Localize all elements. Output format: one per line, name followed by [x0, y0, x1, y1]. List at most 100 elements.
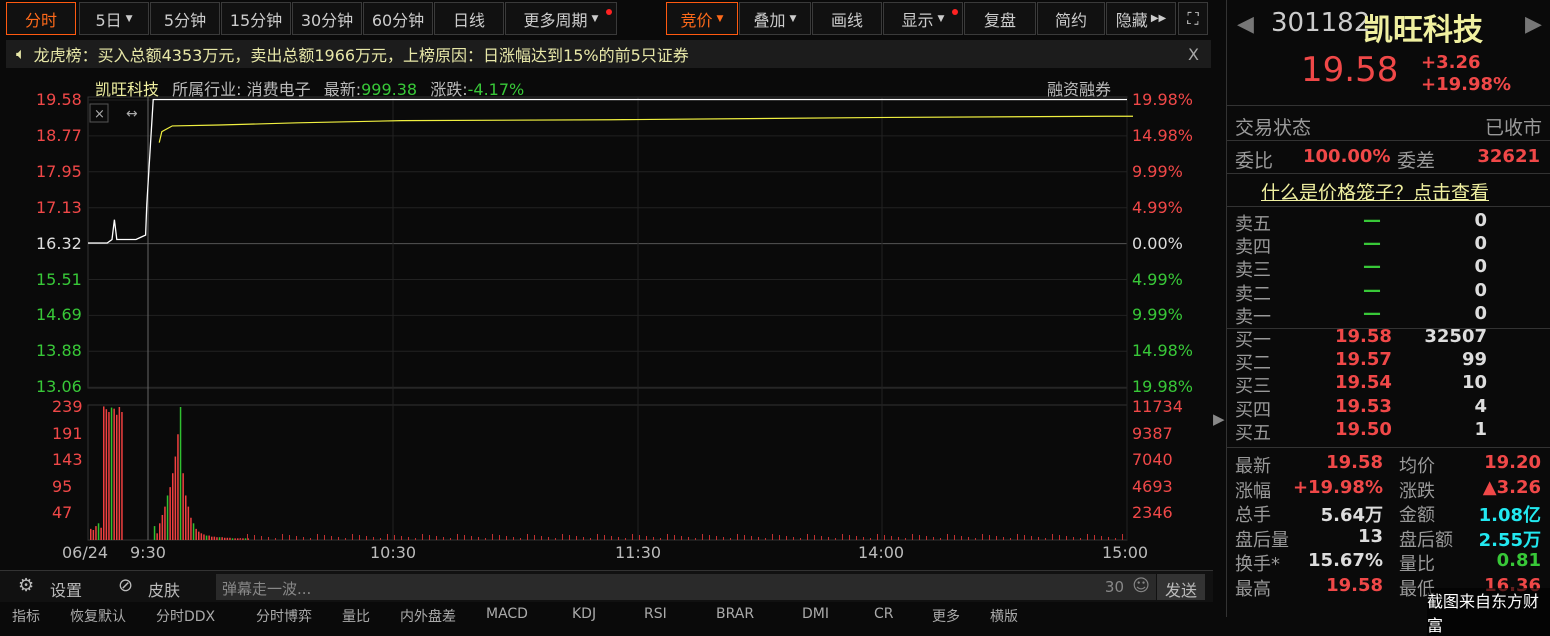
- bid-level[interactable]: 买三 19.54 10: [1235, 372, 1545, 398]
- volume-bar: [975, 538, 976, 540]
- stat-value: 19.20: [1484, 452, 1541, 473]
- volume-bar: [224, 537, 226, 540]
- indicator-tab[interactable]: 量比: [342, 606, 370, 626]
- level-label: 买五: [1235, 422, 1271, 444]
- level-label: 买三: [1235, 376, 1271, 398]
- stat-value: 19.58: [1326, 452, 1383, 473]
- indicator-tab[interactable]: MACD: [486, 606, 528, 622]
- ask-level[interactable]: 卖五 — 0: [1235, 210, 1545, 235]
- price-tick: 13.06: [36, 377, 82, 397]
- ask-level[interactable]: 卖一 — 0: [1235, 303, 1545, 328]
- price-tick: 18.77: [36, 125, 82, 145]
- volume-bar: [254, 535, 255, 540]
- volume-bar: [534, 535, 535, 540]
- bid-level[interactable]: 买四 19.53 4: [1235, 395, 1545, 421]
- bid-diff-label: 委差: [1397, 150, 1436, 172]
- volume-bar: [513, 537, 514, 540]
- bid-level[interactable]: 买一 19.58 32507: [1235, 326, 1545, 351]
- price-change: +3.26: [1421, 52, 1481, 73]
- intraday-chart[interactable]: × ↔: [0, 0, 1215, 570]
- volume-bar: [527, 534, 528, 540]
- volume-bar: [464, 535, 465, 540]
- volume-bar: [1003, 537, 1004, 540]
- settings-button[interactable]: 设置: [50, 577, 82, 601]
- danmu-placeholder: 弹幕走一波...: [222, 580, 312, 598]
- pct-tick: 14.98%: [1132, 125, 1194, 145]
- indicator-tab[interactable]: 分时DDX: [156, 606, 215, 626]
- level-price: 19.53: [1335, 395, 1392, 417]
- level-label: 买四: [1235, 399, 1271, 421]
- volume-bar: [282, 534, 283, 540]
- bid-diff: 32621: [1477, 146, 1540, 167]
- skin-button[interactable]: 皮肤: [148, 577, 180, 601]
- stat-label: 总手: [1235, 505, 1271, 526]
- volume-bar: [506, 536, 507, 540]
- volume-bar: [366, 536, 367, 540]
- volume-bar: [989, 535, 990, 540]
- ask-level[interactable]: 卖三 — 0: [1235, 256, 1545, 282]
- stock-code: 301182: [1271, 8, 1371, 38]
- volume-bar: [793, 537, 794, 540]
- volume-bar: [667, 534, 668, 540]
- danmu-input[interactable]: 弹幕走一波... 30 ☺: [216, 574, 1156, 600]
- bid-ratio: 100.00%: [1303, 146, 1391, 167]
- gear-icon[interactable]: ⚙: [18, 575, 34, 596]
- quote-panel: ◀ 301182 凯旺科技 ▶ 19.58 +3.26 +19.98% 交易状态…: [1226, 0, 1550, 636]
- volume-bar: [1066, 536, 1067, 540]
- bottom-bar: ⚙ 设置 ⊘ 皮肤 弹幕走一波... 30 ☺ 发送: [0, 570, 1213, 602]
- volume-bar: [632, 534, 633, 540]
- volume-bar: [218, 537, 221, 540]
- indicator-tab[interactable]: DMI: [802, 606, 829, 622]
- level-price: 19.58: [1335, 326, 1392, 347]
- ask-level[interactable]: 卖四 — 0: [1235, 233, 1545, 259]
- last-price: 19.58: [1301, 50, 1399, 90]
- level-price: 19.50: [1335, 418, 1392, 440]
- volume-bar: [192, 523, 195, 540]
- indicator-tab[interactable]: 内外盘差: [400, 606, 456, 626]
- volume-bar: [436, 536, 437, 540]
- stat-value: 5.64万: [1320, 505, 1383, 526]
- volume-bar: [182, 473, 184, 540]
- indicator-tab[interactable]: 横版: [990, 606, 1018, 626]
- volume-bar: [723, 537, 724, 540]
- next-stock-button[interactable]: ▶: [1525, 12, 1542, 37]
- ask-level[interactable]: 卖二 — 0: [1235, 279, 1545, 305]
- indicator-tab[interactable]: 恢复默认: [70, 606, 126, 626]
- level-label: 卖四: [1235, 237, 1271, 259]
- level-volume: 10: [1461, 372, 1487, 394]
- volume-bar: [213, 536, 216, 540]
- volume-bar: [234, 538, 236, 540]
- expand-panel-handle[interactable]: ▶: [1213, 410, 1225, 428]
- volume-bar: [1059, 535, 1060, 540]
- indicator-tab[interactable]: 更多: [932, 606, 960, 626]
- level-price: —: [1363, 279, 1381, 301]
- prev-stock-button[interactable]: ◀: [1237, 12, 1254, 37]
- skin-icon[interactable]: ⊘: [118, 575, 133, 596]
- indicator-tab[interactable]: RSI: [644, 606, 667, 622]
- indicator-tab[interactable]: 指标: [12, 606, 40, 626]
- stat-label: 盘后额: [1399, 529, 1453, 551]
- level-label: 卖三: [1235, 260, 1271, 282]
- bid-level[interactable]: 买五 19.50 1: [1235, 418, 1545, 444]
- indicator-tab[interactable]: CR: [874, 606, 894, 622]
- volume-bar: [625, 538, 626, 540]
- volume-bar: [968, 537, 969, 540]
- send-button[interactable]: 发送: [1157, 574, 1205, 600]
- volume-bar: [555, 538, 556, 540]
- time-tick: 14:00: [858, 543, 905, 562]
- volume-bar: [1073, 537, 1074, 540]
- level-price: —: [1363, 256, 1381, 278]
- volume-tick: 143: [52, 450, 83, 470]
- price-cage-link[interactable]: 什么是价格笼子？点击查看: [1261, 178, 1489, 205]
- indicator-tab[interactable]: KDJ: [572, 606, 596, 622]
- volume-bar: [429, 535, 430, 540]
- emoji-icon[interactable]: ☺: [1132, 576, 1150, 596]
- indicator-tab[interactable]: BRAR: [716, 606, 754, 622]
- indicator-tab[interactable]: 分时博弈: [256, 606, 312, 626]
- volume-bar: [174, 456, 177, 540]
- bid-level[interactable]: 买二 19.57 99: [1235, 349, 1545, 375]
- level-label: 买二: [1235, 353, 1271, 375]
- volume-bar: [492, 534, 493, 540]
- stat-row: 涨幅 +19.98% 涨跌 ▲3.26: [1235, 477, 1545, 502]
- volume-bar: [187, 506, 190, 540]
